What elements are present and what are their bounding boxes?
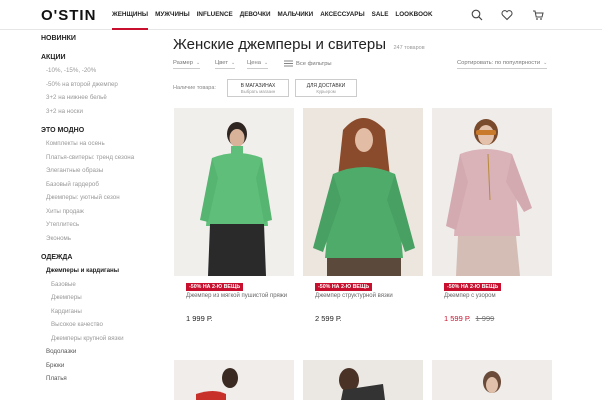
nav-boys[interactable]: МАЛЬЧИКИ bbox=[278, 0, 314, 30]
filter-color[interactable]: Цвет ⌄ bbox=[215, 60, 236, 69]
sort-label: Сортировать: по популярности bbox=[457, 60, 541, 66]
filter-price[interactable]: Цена ⌄ bbox=[247, 60, 269, 69]
sidebar-subitem[interactable]: Базовые bbox=[41, 278, 166, 292]
page-title-row: Женские джемперы и свитеры 247 товаров bbox=[173, 36, 425, 54]
product-photo bbox=[174, 360, 294, 400]
sidebar-item[interactable]: 3+2 на нижнее бельё bbox=[41, 91, 166, 105]
all-filters-button[interactable]: Все фильтры bbox=[284, 60, 332, 69]
product-price: 1 999 Р. bbox=[186, 314, 213, 323]
nav-men[interactable]: МУЖЧИНЫ bbox=[155, 0, 190, 30]
filter-size-label: Размер bbox=[173, 60, 193, 66]
nav-influence[interactable]: INFLUENCE bbox=[197, 0, 233, 30]
sidebar-item[interactable]: Платья-свитеры: тренд сезона bbox=[41, 151, 166, 165]
product-price: 1 599 Р. 1 999 bbox=[444, 314, 494, 323]
sidebar-item[interactable]: Хиты продаж bbox=[41, 205, 166, 219]
sidebar-clothes-heading[interactable]: ОДЕЖДА bbox=[41, 251, 166, 264]
sidebar-item[interactable]: Платья bbox=[41, 372, 166, 386]
sidebar-trend-heading[interactable]: ЭТО МОДНО bbox=[41, 124, 166, 137]
in-stores-button[interactable]: В МАГАЗИНАХ Выбрать магазин bbox=[227, 79, 289, 97]
in-stores-sublabel: Выбрать магазин bbox=[240, 89, 276, 94]
product-name[interactable]: Джемпер из мягкой пушистой пряжи bbox=[186, 292, 294, 300]
product-image[interactable] bbox=[174, 108, 294, 276]
price-value: 1 999 Р. bbox=[186, 314, 213, 323]
price-value: 2 599 Р. bbox=[315, 314, 342, 323]
category-sidebar: НОВИНКИ АКЦИИ -10%, -15%, -20% -50% на в… bbox=[41, 32, 166, 386]
sidebar-subitem[interactable]: Кардиганы bbox=[41, 305, 166, 319]
product-name[interactable]: Джемпер с узором bbox=[444, 292, 552, 300]
sidebar-item[interactable]: Комплекты на осень bbox=[41, 137, 166, 151]
chevron-down-icon: ⌄ bbox=[543, 60, 548, 66]
sidebar-item[interactable]: Водолазки bbox=[41, 345, 166, 359]
sidebar-promo-heading[interactable]: АКЦИИ bbox=[41, 51, 166, 64]
old-price: 1 999 bbox=[475, 314, 495, 323]
sidebar-subitem[interactable]: Джемперы крупной вязки bbox=[41, 332, 166, 346]
chevron-down-icon: ⌄ bbox=[231, 60, 236, 66]
nav-women[interactable]: ЖЕНЩИНЫ bbox=[112, 0, 149, 30]
product-card[interactable]: -50% НА 2-Ю ВЕЩЬ Джемпер структурной вяз… bbox=[303, 108, 423, 323]
sidebar-new[interactable]: НОВИНКИ bbox=[41, 32, 166, 45]
sort-select[interactable]: Сортировать: по популярности ⌄ bbox=[457, 60, 548, 69]
sidebar-item[interactable]: Экономь bbox=[41, 232, 166, 246]
sidebar-subitem[interactable]: Джемперы bbox=[41, 291, 166, 305]
nav-accessories[interactable]: АКСЕССУАРЫ bbox=[320, 0, 364, 30]
availability-label: Наличие товара: bbox=[173, 85, 216, 91]
for-delivery-button[interactable]: ДЛЯ ДОСТАВКИ Курьером bbox=[295, 79, 357, 97]
sidebar-item[interactable]: -50% на второй джемпер bbox=[41, 78, 166, 92]
product-count: 247 товаров bbox=[393, 45, 425, 51]
filter-bar: Размер ⌄ Цвет ⌄ Цена ⌄ Все фильтры Сортиров… bbox=[173, 60, 553, 72]
product-card[interactable]: -50% НА 2-Ю ВЕЩЬ Джемпер с узором 1 599 … bbox=[432, 108, 552, 323]
product-photo bbox=[174, 108, 294, 276]
promo-badge: -50% НА 2-Ю ВЕЩЬ bbox=[186, 283, 244, 291]
main-nav: ЖЕНЩИНЫ МУЖЧИНЫ INFLUENCE ДЕВОЧКИ МАЛЬЧИ… bbox=[112, 0, 440, 30]
product-photo bbox=[432, 360, 552, 400]
product-card[interactable]: -50% НА 2-Ю ВЕЩЬ Джемпер из мягкой пушис… bbox=[174, 108, 294, 323]
filter-size[interactable]: Размер ⌄ bbox=[173, 60, 201, 69]
nav-girls[interactable]: ДЕВОЧКИ bbox=[240, 0, 271, 30]
search-icon[interactable] bbox=[471, 9, 483, 21]
sidebar-item[interactable]: -10%, -15%, -20% bbox=[41, 64, 166, 78]
product-card[interactable] bbox=[432, 360, 552, 400]
product-card[interactable] bbox=[174, 360, 294, 400]
promo-badge: -50% НА 2-Ю ВЕЩЬ bbox=[444, 283, 502, 291]
chevron-down-icon: ⌄ bbox=[195, 60, 201, 66]
all-filters-label: Все фильтры bbox=[296, 61, 332, 68]
product-name[interactable]: Джемпер структурной вязки bbox=[315, 292, 423, 300]
product-image[interactable] bbox=[303, 108, 423, 276]
sidebar-item[interactable]: 3+2 на носки bbox=[41, 105, 166, 119]
product-photo bbox=[303, 360, 423, 400]
product-price: 2 599 Р. bbox=[315, 314, 342, 323]
product-photo bbox=[303, 108, 423, 276]
product-photo bbox=[432, 108, 552, 276]
sidebar-item-active[interactable]: Джемперы и кардиганы bbox=[41, 264, 166, 278]
for-delivery-sublabel: Курьером bbox=[316, 89, 336, 94]
chevron-down-icon: ⌄ bbox=[263, 60, 269, 66]
logo[interactable]: O'STIN bbox=[41, 7, 96, 24]
sidebar-item[interactable]: Базовый гардероб bbox=[41, 178, 166, 192]
page-title: Женские джемперы и свитеры bbox=[173, 36, 387, 53]
filter-color-label: Цвет bbox=[215, 60, 228, 66]
nav-lookbook[interactable]: LOOKBOOK bbox=[395, 0, 432, 30]
filter-price-label: Цена bbox=[247, 60, 261, 66]
product-card[interactable] bbox=[303, 360, 423, 400]
sidebar-subitem[interactable]: Высокое качество bbox=[41, 318, 166, 332]
site-header: O'STIN ЖЕНЩИНЫ МУЖЧИНЫ INFLUENCE ДЕВОЧКИ… bbox=[0, 0, 602, 30]
filter-sliders-icon bbox=[284, 60, 293, 67]
sidebar-item[interactable]: Брюки bbox=[41, 359, 166, 373]
sidebar-item[interactable]: Утеплитесь bbox=[41, 218, 166, 232]
sidebar-item[interactable]: Элегантные образы bbox=[41, 164, 166, 178]
price-value: 1 599 Р. bbox=[444, 314, 471, 323]
nav-sale[interactable]: SALE bbox=[372, 0, 389, 30]
heart-icon[interactable] bbox=[501, 9, 513, 21]
sidebar-item[interactable]: Джемперы: уютный сезон bbox=[41, 191, 166, 205]
cart-icon[interactable] bbox=[532, 9, 544, 21]
product-image[interactable] bbox=[432, 108, 552, 276]
promo-badge: -50% НА 2-Ю ВЕЩЬ bbox=[315, 283, 373, 291]
